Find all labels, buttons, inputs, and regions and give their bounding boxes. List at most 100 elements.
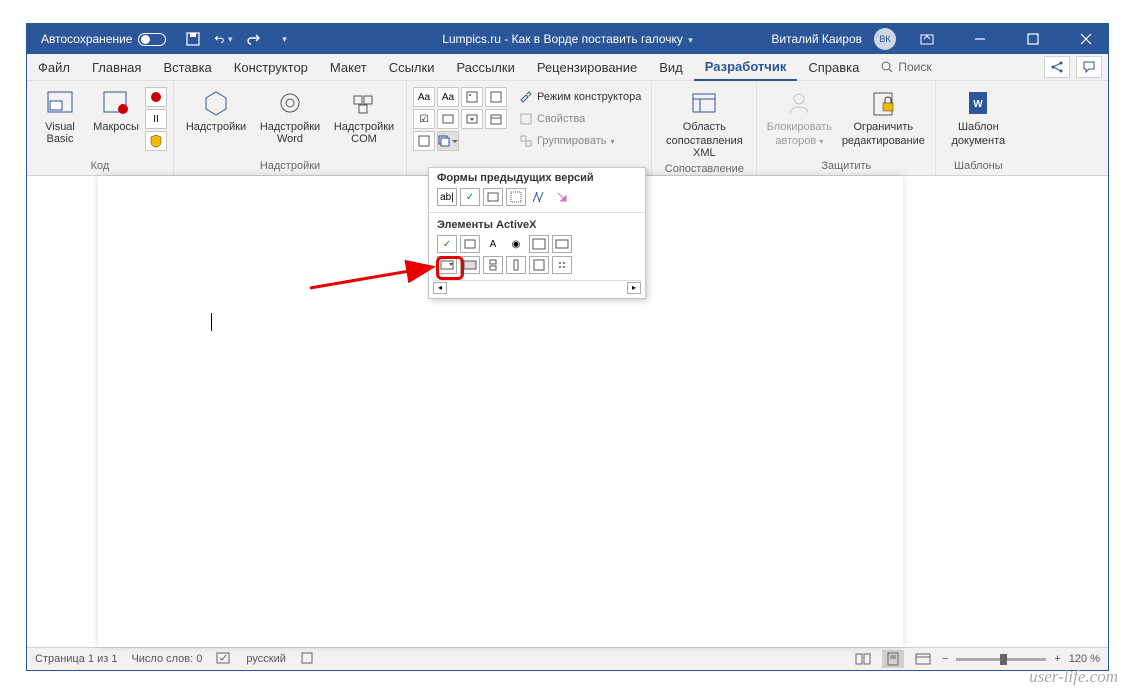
spellcheck-icon[interactable] bbox=[216, 651, 232, 668]
com-addins-button[interactable]: Надстройки COM bbox=[328, 85, 400, 158]
user-avatar[interactable]: ВК bbox=[874, 28, 896, 50]
legacy-shading-icon[interactable] bbox=[529, 188, 549, 206]
design-mode-icon bbox=[519, 90, 533, 104]
pause-recording-icon[interactable]: II bbox=[145, 109, 167, 129]
tab-design[interactable]: Конструктор bbox=[223, 54, 319, 81]
tab-layout[interactable]: Макет bbox=[319, 54, 378, 81]
activex-option-icon[interactable]: ◉ bbox=[506, 235, 526, 253]
combobox-control-icon[interactable] bbox=[437, 109, 459, 129]
plaintext-control-icon[interactable]: Aa bbox=[437, 87, 459, 107]
zoom-out-button[interactable]: − bbox=[942, 653, 948, 665]
svg-text:W: W bbox=[974, 99, 984, 110]
tab-insert[interactable]: Вставка bbox=[152, 54, 222, 81]
activex-combobox-icon[interactable] bbox=[437, 256, 457, 274]
legacy-dropdown-icon[interactable] bbox=[483, 188, 503, 206]
word-addins-icon bbox=[274, 87, 306, 119]
activex-listbox-icon[interactable] bbox=[529, 235, 549, 253]
group-code: Visual Basic Макросы II Код bbox=[27, 81, 174, 175]
group-button[interactable]: Группировать ▾ bbox=[515, 131, 645, 151]
tab-developer[interactable]: Разработчик bbox=[694, 54, 798, 81]
autosave-toggle[interactable]: Автосохранение bbox=[41, 32, 166, 46]
read-mode-icon[interactable] bbox=[852, 650, 874, 668]
scroll-left-icon[interactable]: ◂ bbox=[433, 282, 447, 294]
app-window: Автосохранение ▾ ▾ Lumpics.ru - Как в Во… bbox=[26, 23, 1109, 671]
share-button[interactable] bbox=[1044, 56, 1070, 78]
buildingblock-control-icon[interactable] bbox=[485, 87, 507, 107]
user-name[interactable]: Виталий Каиров bbox=[771, 32, 862, 46]
visual-basic-button[interactable]: Visual Basic bbox=[33, 85, 87, 158]
page-number[interactable]: Страница 1 из 1 bbox=[35, 653, 117, 665]
autosave-label: Автосохранение bbox=[41, 32, 132, 46]
activex-toggle-icon[interactable] bbox=[552, 235, 572, 253]
word-addins-button[interactable]: Надстройки Word bbox=[254, 85, 326, 158]
record-macro-icon[interactable] bbox=[145, 87, 167, 107]
datepicker-control-icon[interactable] bbox=[485, 109, 507, 129]
xml-mapping-icon bbox=[688, 87, 720, 119]
tab-home[interactable]: Главная bbox=[81, 54, 152, 81]
block-authors-button[interactable]: Блокироватьавторов ▾ bbox=[763, 85, 835, 158]
ribbon: Visual Basic Макросы II Код Надстройки bbox=[27, 81, 1108, 176]
legacy-tools-button[interactable] bbox=[437, 131, 459, 151]
search-icon bbox=[880, 60, 894, 74]
document-template-button[interactable]: W Шаблондокумента bbox=[942, 85, 1014, 158]
tab-references[interactable]: Ссылки bbox=[378, 54, 446, 81]
legacy-reset-icon[interactable] bbox=[552, 188, 572, 206]
activex-image-icon[interactable] bbox=[529, 256, 549, 274]
activex-spin-icon[interactable] bbox=[483, 256, 503, 274]
checkbox-control-icon[interactable]: ☑ bbox=[413, 109, 435, 129]
group-controls: Aa Aa ☑ bbox=[407, 81, 652, 175]
minimize-button[interactable] bbox=[957, 24, 1002, 54]
zoom-in-button[interactable]: + bbox=[1054, 653, 1060, 665]
richtext-control-icon[interactable]: Aa bbox=[413, 87, 435, 107]
activex-checkbox-icon[interactable]: ✓ bbox=[437, 235, 457, 253]
activex-label-icon[interactable]: A bbox=[483, 235, 503, 253]
close-button[interactable] bbox=[1063, 24, 1108, 54]
macro-icon[interactable] bbox=[300, 651, 314, 668]
web-layout-icon[interactable] bbox=[912, 650, 934, 668]
properties-button[interactable]: Свойства bbox=[515, 109, 645, 129]
ribbon-display-icon[interactable] bbox=[904, 24, 949, 54]
tab-review[interactable]: Рецензирование bbox=[526, 54, 648, 81]
quick-access-toolbar: ▾ ▾ bbox=[184, 30, 292, 48]
activex-scrollbar-icon[interactable] bbox=[506, 256, 526, 274]
text-cursor bbox=[211, 313, 212, 331]
search-button[interactable]: Поиск bbox=[880, 60, 931, 74]
language[interactable]: русский bbox=[246, 653, 285, 665]
restrict-editing-button[interactable]: Ограничитьредактирование bbox=[837, 85, 929, 158]
tab-view[interactable]: Вид bbox=[648, 54, 694, 81]
xml-mapping-button[interactable]: Областьсопоставления XML bbox=[658, 85, 750, 161]
activex-more-icon[interactable] bbox=[552, 256, 572, 274]
group-templates: W Шаблондокумента Шаблоны bbox=[936, 81, 1020, 175]
redo-icon[interactable] bbox=[244, 30, 262, 48]
qat-dropdown-icon[interactable]: ▾ bbox=[274, 30, 292, 48]
word-count[interactable]: Число слов: 0 bbox=[131, 653, 202, 665]
com-addins-icon bbox=[348, 87, 380, 119]
activex-button-icon[interactable] bbox=[460, 256, 480, 274]
picture-control-icon[interactable] bbox=[461, 87, 483, 107]
tab-help[interactable]: Справка bbox=[797, 54, 870, 81]
addins-button[interactable]: Надстройки bbox=[180, 85, 252, 158]
popup-scrollbar: ◂ ▸ bbox=[433, 280, 641, 294]
legacy-textfield-icon[interactable]: ab| bbox=[437, 188, 457, 206]
legacy-frame-icon[interactable] bbox=[506, 188, 526, 206]
save-icon[interactable] bbox=[184, 30, 202, 48]
design-mode-button[interactable]: Режим конструктора bbox=[515, 87, 645, 107]
activex-textbox-icon[interactable] bbox=[460, 235, 480, 253]
dropdown-control-icon[interactable] bbox=[461, 109, 483, 129]
repeating-control-icon[interactable] bbox=[413, 131, 435, 151]
zoom-level[interactable]: 120 % bbox=[1069, 653, 1100, 665]
macros-button[interactable]: Макросы bbox=[89, 85, 143, 158]
tab-mailings[interactable]: Рассылки bbox=[445, 54, 525, 81]
scroll-right-icon[interactable]: ▸ bbox=[627, 282, 641, 294]
maximize-button[interactable] bbox=[1010, 24, 1055, 54]
properties-icon bbox=[519, 112, 533, 126]
legacy-checkbox-icon[interactable]: ✓ bbox=[460, 188, 480, 206]
comments-button[interactable] bbox=[1076, 56, 1102, 78]
document-title: Lumpics.ru - Как в Ворде поставить галоч… bbox=[442, 32, 693, 46]
undo-icon[interactable]: ▾ bbox=[214, 30, 232, 48]
macro-security-icon[interactable] bbox=[145, 131, 167, 151]
group-protect: Блокироватьавторов ▾ Ограничитьредактиро… bbox=[757, 81, 936, 175]
zoom-slider[interactable] bbox=[956, 658, 1046, 661]
tab-file[interactable]: Файл bbox=[27, 54, 81, 81]
print-layout-icon[interactable] bbox=[882, 650, 904, 668]
